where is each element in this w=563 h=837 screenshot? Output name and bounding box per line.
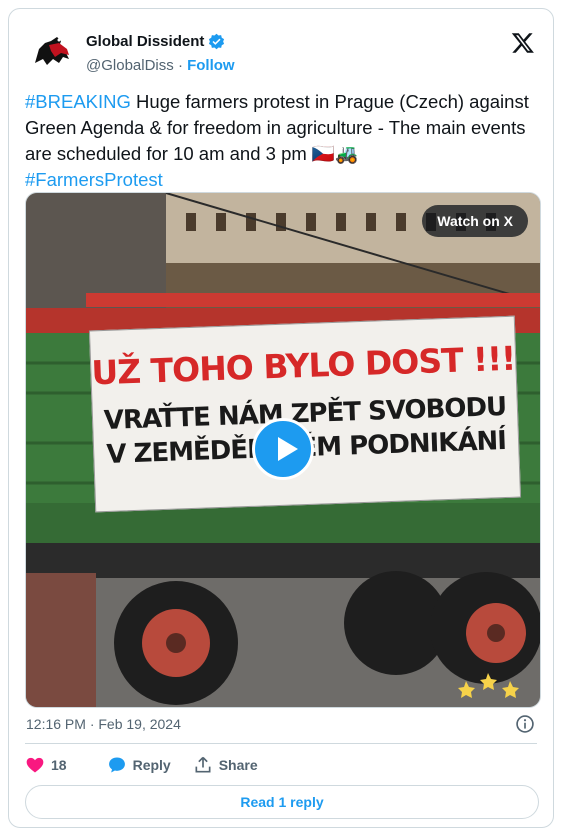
play-button[interactable] bbox=[252, 418, 314, 480]
tweet-text: #BREAKING Huge farmers protest in Prague… bbox=[25, 89, 540, 193]
share-button[interactable]: Share bbox=[193, 755, 258, 775]
hashtag-farmers-protest[interactable]: #FarmersProtest bbox=[25, 169, 163, 190]
x-logo-icon[interactable] bbox=[511, 31, 535, 55]
reply-label: Reply bbox=[132, 757, 171, 773]
info-icon[interactable] bbox=[515, 714, 535, 734]
like-button[interactable]: 18 bbox=[25, 755, 67, 775]
read-replies-label: Read 1 reply bbox=[240, 794, 324, 810]
reply-button[interactable]: Reply bbox=[107, 755, 171, 775]
video-media[interactable]: UŽ TOHO BYLO DOST !!! VRAŤTE NÁM ZPĚT SV… bbox=[25, 192, 541, 708]
author-handle[interactable]: @GlobalDiss bbox=[86, 57, 174, 74]
tweet-emoji: 🇨🇿🚜 bbox=[311, 143, 358, 164]
share-icon bbox=[195, 756, 211, 773]
banner-line-1: UŽ TOHO BYLO DOST !!! bbox=[90, 338, 516, 393]
tweet-timestamp[interactable]: 12:16 PM · Feb 19, 2024 bbox=[26, 716, 181, 732]
tweet-actions: 18 Reply Share bbox=[25, 755, 280, 775]
author-name-row[interactable]: Global Dissident bbox=[86, 33, 225, 50]
reply-bubble-icon bbox=[108, 757, 125, 773]
heart-icon bbox=[26, 757, 44, 773]
follow-button[interactable]: Follow bbox=[187, 57, 235, 74]
like-count: 18 bbox=[51, 757, 67, 773]
verified-badge-icon bbox=[209, 33, 225, 50]
author-handle-row: @GlobalDiss · Follow bbox=[86, 57, 235, 74]
divider bbox=[25, 743, 537, 744]
hashtag-breaking[interactable]: #BREAKING bbox=[25, 91, 131, 112]
protest-banner: UŽ TOHO BYLO DOST !!! VRAŤTE NÁM ZPĚT SV… bbox=[88, 315, 522, 513]
tweet-card[interactable]: Global Dissident @GlobalDiss · Follow #B… bbox=[8, 8, 554, 828]
author-avatar[interactable] bbox=[29, 29, 75, 75]
author-name[interactable]: Global Dissident bbox=[86, 33, 204, 50]
read-replies-button[interactable]: Read 1 reply bbox=[25, 785, 539, 819]
avatar-logo-icon bbox=[29, 29, 75, 75]
watch-on-x-button[interactable]: Watch on X bbox=[422, 205, 528, 237]
share-label: Share bbox=[218, 757, 258, 773]
handle-separator: · bbox=[177, 57, 183, 74]
